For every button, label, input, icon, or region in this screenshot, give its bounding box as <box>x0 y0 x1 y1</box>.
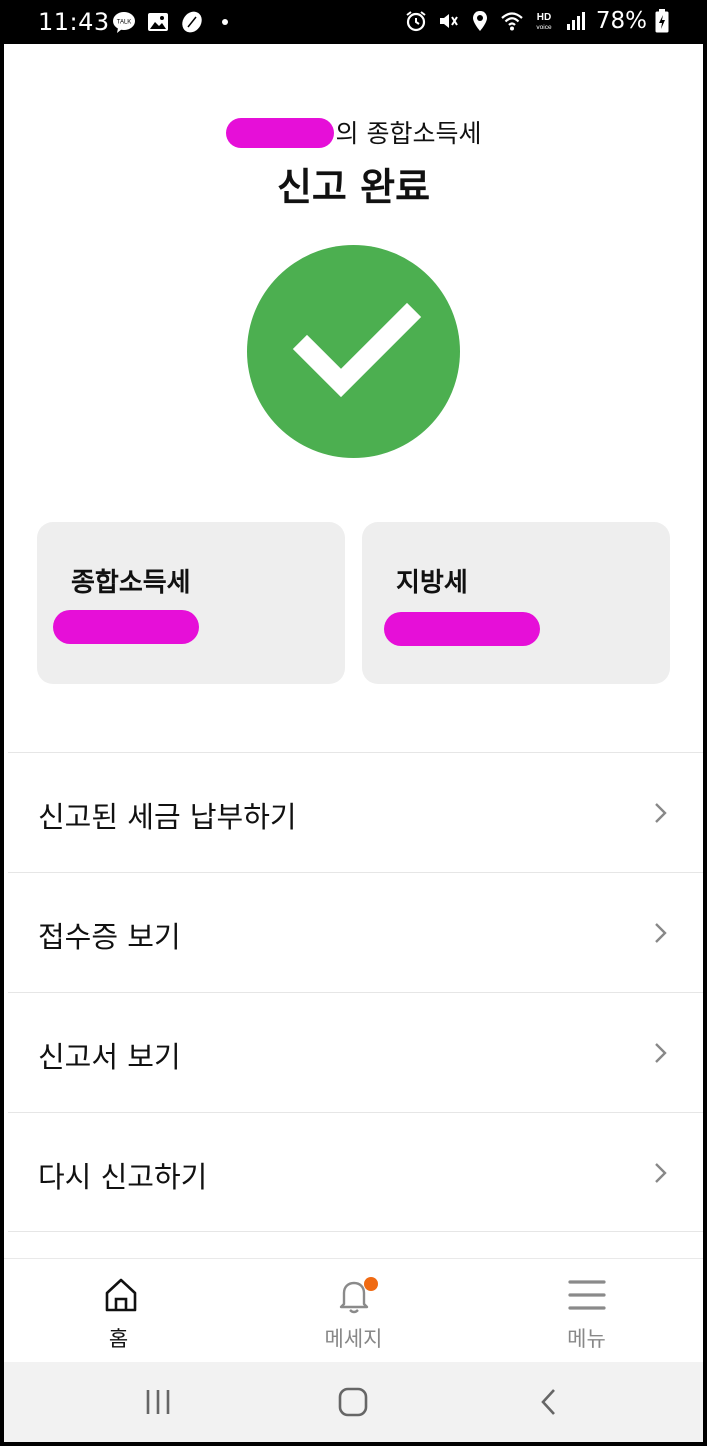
list-item-label: 접수증 보기 <box>38 920 181 954</box>
nav-label: 홈 <box>108 1327 129 1351</box>
battery-percent: 78% <box>595 8 647 34</box>
redacted-amount <box>384 612 540 646</box>
svg-text:voice: voice <box>536 24 552 31</box>
chevron-right-icon <box>655 803 667 823</box>
dot-icon <box>222 19 228 25</box>
nav-home[interactable]: 홈 <box>4 1259 237 1362</box>
chevron-right-icon <box>655 923 667 943</box>
check-circle-icon <box>247 245 460 458</box>
nav-label: 메뉴 <box>567 1327 606 1351</box>
status-bar: 11:43 TALK HD voice 78% <box>0 0 707 44</box>
bottom-nav: 홈 메세지 메뉴 <box>4 1258 703 1362</box>
nav-messages[interactable]: 메세지 <box>237 1259 470 1362</box>
notification-icons: TALK <box>112 10 228 34</box>
recents-icon[interactable] <box>140 1384 176 1420</box>
home-button-icon[interactable] <box>335 1384 371 1420</box>
gallery-icon <box>148 13 168 31</box>
wifi-icon <box>501 12 523 31</box>
status-time: 11:43 <box>38 8 110 36</box>
home-icon <box>105 1278 136 1312</box>
nav-menu[interactable]: 메뉴 <box>470 1259 703 1362</box>
device: 11:43 TALK HD voice 78% 의 종합소득세 신고 완료 종합… <box>0 0 707 1446</box>
back-icon[interactable] <box>532 1384 568 1420</box>
menu-item-view-receipt[interactable]: 접수증 보기 <box>8 872 703 992</box>
list-item-label: 신고서 보기 <box>38 1040 181 1074</box>
screen: 의 종합소득세 신고 완료 종합소득세 지방세 신고된 세금 납부하기 접수증 … <box>4 44 703 1362</box>
menu-item-pay-tax[interactable]: 신고된 세금 납부하기 <box>8 752 703 872</box>
card-label: 지방세 <box>396 568 468 598</box>
menu-item-view-return[interactable]: 신고서 보기 <box>8 992 703 1112</box>
alarm-icon <box>406 11 426 32</box>
list-item-label: 다시 신고하기 <box>38 1160 208 1194</box>
card-label: 종합소득세 <box>71 568 191 598</box>
bean-icon <box>182 11 202 33</box>
local-tax-card: 지방세 <box>362 522 670 684</box>
chevron-right-icon <box>655 1043 667 1063</box>
battery-icon <box>655 9 669 33</box>
menu-item-refile[interactable]: 다시 신고하기 <box>8 1112 703 1232</box>
location-icon <box>472 11 487 31</box>
menu-icon <box>567 1280 606 1310</box>
page-subtitle: 의 종합소득세 <box>4 114 703 150</box>
hd-voice-icon: HDvoice <box>536 12 552 31</box>
svg-text:HD: HD <box>537 12 551 23</box>
redacted-name <box>225 118 334 148</box>
redacted-amount <box>53 610 199 644</box>
notification-badge <box>364 1277 378 1291</box>
income-tax-card: 종합소득세 <box>37 522 345 684</box>
page-title: 신고 완료 <box>276 165 431 209</box>
kakaotalk-icon: TALK <box>113 12 135 33</box>
chevron-right-icon <box>655 1163 667 1183</box>
system-status: HD voice 78% <box>404 8 669 34</box>
nav-label: 메세지 <box>324 1327 383 1351</box>
system-nav-bar <box>4 1362 703 1442</box>
svg-text:TALK: TALK <box>117 20 132 26</box>
signal-icon <box>566 12 585 30</box>
action-list: 신고된 세금 납부하기 접수증 보기 신고서 보기 다시 신고하기 <box>8 752 703 1232</box>
list-item-label: 신고된 세금 납부하기 <box>38 800 297 834</box>
mute-icon <box>439 14 458 28</box>
subtitle-text: 의 종합소득세 <box>335 119 482 148</box>
